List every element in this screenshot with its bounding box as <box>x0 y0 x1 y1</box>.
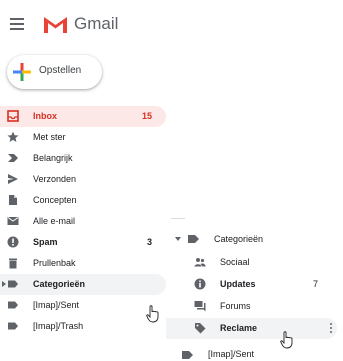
compose-button[interactable]: Opstellen <box>7 55 102 89</box>
unread-count: 15 <box>141 111 152 121</box>
submenu-item-forums[interactable]: Forums <box>166 296 337 317</box>
sidebar-item-label: Verzonden <box>33 174 77 184</box>
submenu-item-imap-sent[interactable]: [Imap]/Sent <box>182 347 332 361</box>
label-icon <box>8 322 18 330</box>
label-icon <box>8 280 18 288</box>
send-icon <box>8 174 18 184</box>
sidebar-item-label: Met ster <box>33 132 66 142</box>
sidebar-item-label: Prullenbak <box>33 258 76 268</box>
people-icon <box>194 258 206 267</box>
app-name: Gmail <box>74 14 119 33</box>
sidebar-item-trash[interactable]: Prullenbak <box>0 253 166 274</box>
submenu-item-label: Forums <box>220 301 251 311</box>
sidebar-item-label: Concepten <box>33 195 77 205</box>
sidebar-item-all-mail[interactable]: Alle e-mail <box>0 211 166 232</box>
categories-submenu: Categorieën Sociaal Updates 7 Forums Rec… <box>166 222 343 361</box>
sidebar-item-drafts[interactable]: Concepten <box>0 190 166 211</box>
sidebar-item-imap-trash[interactable]: [Imap]/Trash <box>0 316 166 337</box>
more-options-icon[interactable] <box>330 322 333 335</box>
hand-cursor-icon <box>280 331 293 349</box>
label-icon <box>182 351 193 359</box>
submenu-item-label: Sociaal <box>220 257 250 267</box>
sidebar-item-categories[interactable]: Categorieën <box>0 274 166 295</box>
sidebar-item-spam[interactable]: Spam 3 <box>0 232 166 253</box>
hamburger-icon[interactable] <box>10 18 24 30</box>
sidebar-item-label: Spam <box>33 237 58 247</box>
forum-icon <box>194 301 206 312</box>
submenu-header-categories[interactable]: Categorieën <box>172 231 332 247</box>
gmail-logo-icon[interactable] <box>42 14 69 35</box>
sidebar-item-sent[interactable]: Verzonden <box>0 169 166 190</box>
sidebar-item-imap-sent[interactable]: [Imap]/Sent <box>0 295 166 316</box>
trash-icon <box>9 258 17 269</box>
info-icon <box>194 278 206 290</box>
sidebar-item-label: [Imap]/Trash <box>33 321 84 331</box>
sidebar-item-label: Alle e-mail <box>33 216 76 226</box>
sidebar-item-label: [Imap]/Sent <box>33 300 80 310</box>
submenu-item-label: [Imap]/Sent <box>208 349 255 359</box>
collapse-arrow-icon[interactable] <box>175 237 181 241</box>
sidebar-item-label: Belangrijk <box>33 153 73 163</box>
plus-icon <box>13 63 31 81</box>
submenu-item-social[interactable]: Sociaal <box>166 252 337 273</box>
important-icon <box>8 154 18 162</box>
submenu-header-label: Categorieën <box>214 234 264 244</box>
label-icon <box>188 235 199 243</box>
sidebar-item-important[interactable]: Belangrijk <box>0 148 166 169</box>
star-icon <box>7 131 19 142</box>
submenu-item-updates[interactable]: Updates 7 <box>166 274 337 295</box>
all-mail-icon <box>7 217 19 225</box>
compose-label: Opstellen <box>39 65 82 76</box>
expand-arrow-icon[interactable] <box>2 281 6 287</box>
submenu-item-label: Reclame <box>220 323 258 333</box>
spam-icon <box>7 236 19 248</box>
hand-cursor-icon <box>146 305 159 323</box>
unread-count: 3 <box>146 237 152 247</box>
submenu-item-label: Updates <box>220 279 256 289</box>
label-icon <box>8 301 18 309</box>
sidebar-nav: Inbox 15 Met ster Belangrijk Verzonden C… <box>0 106 172 337</box>
sidebar-item-label: Inbox <box>33 111 57 121</box>
inbox-icon <box>7 110 19 122</box>
submenu-item-promotions[interactable]: Reclame <box>166 318 337 339</box>
unread-count: 7 <box>312 279 318 289</box>
header: Gmail <box>0 0 343 48</box>
sidebar-item-starred[interactable]: Met ster <box>0 127 166 148</box>
tag-icon <box>195 323 206 334</box>
sidebar-item-inbox[interactable]: Inbox 15 <box>0 106 166 127</box>
sidebar-item-label: Categorieën <box>33 279 86 289</box>
draft-icon <box>9 195 17 205</box>
